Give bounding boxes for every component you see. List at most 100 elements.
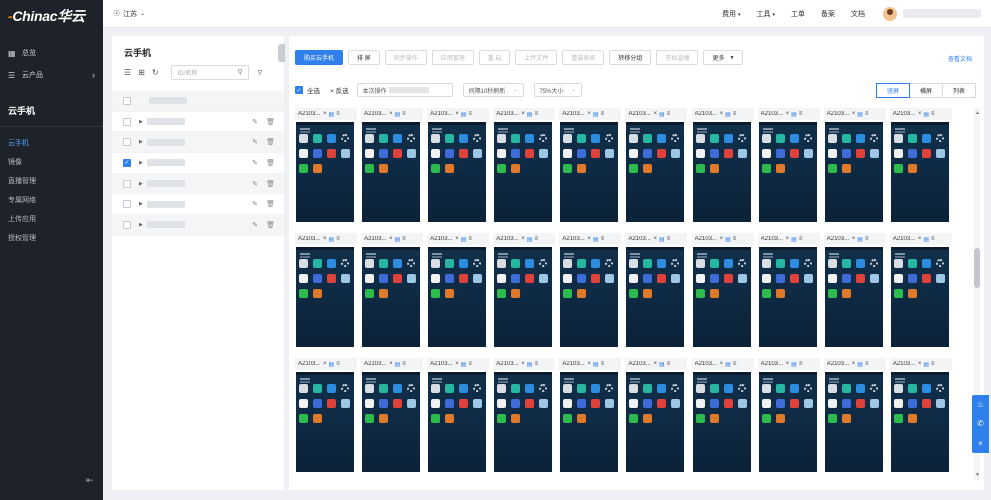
file-icon[interactable]: ▤	[329, 361, 335, 368]
close-icon[interactable]: ×	[786, 361, 790, 367]
menu-icon[interactable]: ≡	[865, 361, 869, 367]
phone-screen[interactable]	[824, 122, 883, 222]
phone-screen[interactable]	[362, 372, 421, 472]
close-icon[interactable]: ×	[978, 439, 983, 448]
phone-card[interactable]: A2103... × ▤ ≡	[493, 233, 556, 348]
tab-list[interactable]: 列表	[942, 82, 976, 98]
upload-file-button[interactable]: 上传文件	[515, 50, 558, 65]
menu-icon[interactable]: ≡	[402, 111, 406, 117]
search-input[interactable]: ID/名称 ⚲	[170, 64, 249, 80]
menu-icon[interactable]: ≡	[468, 361, 472, 367]
close-icon[interactable]: ×	[653, 236, 657, 242]
delete-icon[interactable]: 🗑	[266, 138, 275, 146]
close-icon[interactable]: ×	[720, 111, 724, 117]
file-icon[interactable]: ▤	[329, 111, 335, 118]
edit-icon[interactable]: ✎	[252, 159, 258, 167]
tree-row[interactable]: ✓ ▶ ✎ 🗑	[112, 153, 284, 174]
phone-grid-scroll[interactable]: A2103... × ▤ ≡ A2103... × ▤ ≡ A2103... × ▤ ≡ A2103..…	[295, 108, 970, 480]
phone-card[interactable]: A2103... × ▤ ≡	[361, 233, 424, 348]
phone-card[interactable]: A2103... × ▤ ≡	[625, 108, 688, 223]
view-docs-link[interactable]: 查看文档	[948, 54, 972, 63]
scale-select[interactable]: 75%大小 ⌄	[533, 83, 582, 97]
sync-operation-button[interactable]: 同步操作	[384, 50, 427, 65]
tree-row[interactable]: ▶ ✎ 🗑	[112, 112, 284, 133]
close-icon[interactable]: ×	[587, 361, 591, 367]
menu-icon[interactable]: ≡	[733, 111, 737, 117]
menu-icon[interactable]: ≡	[799, 361, 803, 367]
expand-triangle-icon[interactable]: ▶	[139, 119, 143, 125]
phone-card[interactable]: A2103... × ▤ ≡	[295, 108, 357, 223]
move-group-button[interactable]: 转移分组	[609, 50, 652, 65]
phone-screen[interactable]	[626, 372, 685, 472]
close-icon[interactable]: ×	[389, 361, 393, 367]
file-icon[interactable]: ▤	[461, 361, 467, 368]
tab-portrait[interactable]: 竖屏	[876, 82, 910, 98]
file-icon[interactable]: ▤	[461, 236, 467, 243]
phone-card[interactable]: A2103... × ▤ ≡	[493, 358, 556, 473]
reinstall-button[interactable]: 重装系统	[562, 50, 605, 65]
scroll-down-icon[interactable]: ▼	[975, 472, 980, 478]
phone-screen[interactable]	[428, 247, 487, 347]
close-icon[interactable]: ×	[587, 236, 591, 242]
close-icon[interactable]: ×	[852, 111, 856, 117]
file-icon[interactable]: ▤	[461, 111, 467, 118]
close-icon[interactable]: ×	[389, 111, 393, 117]
phone-card[interactable]: A2103... × ▤ ≡	[823, 233, 886, 348]
tree-row[interactable]: ▶ ✎ 🗑	[112, 173, 284, 195]
bell-icon[interactable]: ♨	[977, 400, 984, 409]
avatar[interactable]	[883, 6, 897, 21]
close-icon[interactable]: ×	[918, 111, 922, 117]
close-icon[interactable]: ×	[720, 361, 724, 367]
phone-card[interactable]: A2103... × ▤ ≡	[559, 108, 622, 223]
phone-screen[interactable]	[758, 372, 817, 472]
phone-card[interactable]: A2103... × ▤ ≡	[889, 358, 952, 473]
tree-row[interactable]: ▶ ✎ 🗑	[112, 194, 284, 216]
expand-triangle-icon[interactable]: ▶	[139, 160, 143, 166]
phone-screen[interactable]	[362, 247, 421, 347]
close-icon[interactable]: ×	[918, 361, 922, 367]
close-icon[interactable]: ×	[653, 361, 657, 367]
phone-screen[interactable]	[692, 247, 751, 347]
file-icon[interactable]: ▤	[857, 361, 863, 368]
phone-icon[interactable]: ✆	[977, 419, 984, 428]
sidebar-item-live[interactable]: 直播管理	[0, 171, 103, 190]
expand-triangle-icon[interactable]: ▶	[139, 181, 143, 187]
file-icon[interactable]: ▤	[527, 361, 533, 368]
header-link-icp[interactable]: 备案	[821, 9, 835, 19]
more-button[interactable]: 更多 ▼	[703, 50, 744, 65]
menu-icon[interactable]: ≡	[865, 236, 869, 242]
edit-icon[interactable]: ✎	[252, 200, 258, 208]
menu-icon[interactable]: ≡	[468, 111, 472, 117]
close-icon[interactable]: ×	[720, 236, 724, 242]
file-icon[interactable]: ▤	[527, 111, 533, 118]
phone-screen[interactable]	[296, 372, 354, 472]
expand-triangle-icon[interactable]: ▶	[139, 139, 143, 145]
header-link-tools[interactable]: 工具 ▾	[757, 9, 775, 19]
phone-screen[interactable]	[362, 122, 421, 222]
phone-card[interactable]: A2103... × ▤ ≡	[295, 358, 357, 473]
phone-card[interactable]: A2103... × ▤ ≡	[559, 233, 622, 348]
phone-screen[interactable]	[560, 372, 619, 472]
close-icon[interactable]: ×	[455, 361, 459, 367]
menu-icon[interactable]: ≡	[799, 111, 803, 117]
phone-card[interactable]: A2103... × ▤ ≡	[427, 108, 490, 223]
file-icon[interactable]: ▤	[725, 361, 731, 368]
phone-screen[interactable]	[560, 247, 619, 347]
header-link-ticket[interactable]: 工单	[791, 9, 805, 19]
phone-card[interactable]: A2103... × ▤ ≡	[691, 358, 754, 473]
sidebar-item-products[interactable]: ☰ 云产品 ›	[0, 64, 103, 86]
delete-icon[interactable]: 🗑	[266, 159, 275, 167]
menu-icon[interactable]: ≡	[733, 236, 737, 242]
menu-icon[interactable]: ≡	[601, 236, 605, 242]
menu-icon[interactable]: ≡	[931, 361, 935, 367]
phone-screen[interactable]	[494, 122, 553, 222]
delete-icon[interactable]: 🗑	[266, 180, 275, 188]
filter-icon[interactable]: ▿	[258, 67, 263, 78]
phone-card[interactable]: A2103... × ▤ ≡	[691, 233, 754, 348]
checkbox[interactable]	[123, 220, 131, 229]
file-icon[interactable]: ▤	[395, 111, 401, 118]
phone-screen[interactable]	[626, 247, 685, 347]
phone-screen[interactable]	[890, 372, 949, 472]
phone-card[interactable]: A2103... × ▤ ≡	[625, 233, 688, 348]
phone-card[interactable]: A2103... × ▤ ≡	[889, 108, 952, 223]
